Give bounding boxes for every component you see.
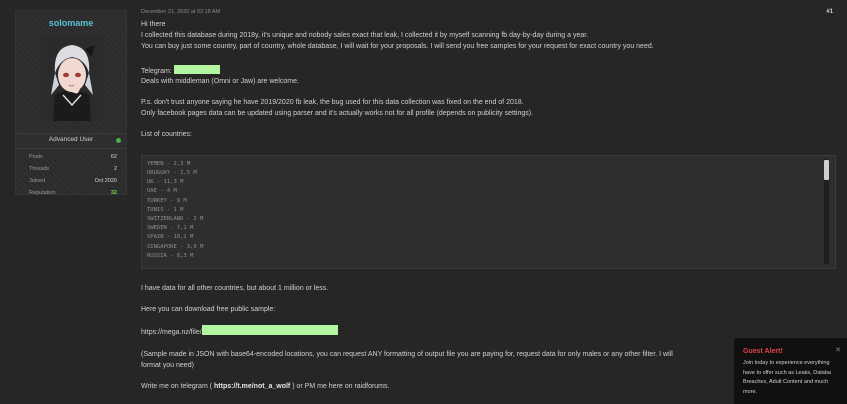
post-paragraph: Deals with middleman (Omni or Jaw) are w… bbox=[141, 78, 299, 85]
contact-line: Write me on telegram ( https://t.me/not_… bbox=[141, 381, 389, 392]
post-paragraph: P.s. don't trust anyone saying he have 2… bbox=[141, 99, 524, 106]
user-rank: Advanced User bbox=[48, 136, 94, 143]
alert-line: more. bbox=[743, 388, 758, 395]
stat-value: 2 bbox=[113, 166, 117, 172]
country-line: SINGAPORE - 3,9 M bbox=[147, 244, 204, 250]
stat-label: Reputation bbox=[29, 190, 56, 196]
country-line: YEMEN - 2,3 M bbox=[147, 161, 191, 167]
stat-label: Joined bbox=[29, 178, 46, 184]
country-line: URUGUAY - 1,5 M bbox=[147, 170, 197, 176]
country-line: SWEDEN - 7,1 M bbox=[147, 225, 194, 231]
download-link-line: https://mega.nz/file/ bbox=[141, 325, 338, 338]
user-card: solomame Advanced User Posts 62 Threads … bbox=[15, 10, 127, 196]
post-date: December 21, 2020 at 02:18 AM bbox=[141, 9, 221, 15]
post-paragraph: format you need) bbox=[141, 362, 194, 369]
post-paragraph: You can buy just some country, part of c… bbox=[141, 43, 654, 50]
code-block[interactable]: YEMEN - 2,3 M URUGUAY - 1,5 M UK - 11,3 … bbox=[141, 155, 836, 269]
post-paragraph: I collected this database during 2018y, … bbox=[141, 32, 589, 39]
alert-line: Breaches, Adult Content and much bbox=[743, 379, 828, 385]
redacted-link bbox=[201, 325, 338, 335]
user-stats: Posts 62 Threads 2 Joined Oct 2020 Reput… bbox=[29, 153, 117, 201]
mega-link[interactable]: https://mega.nz/file/ bbox=[141, 329, 202, 336]
post-greeting: Hi there bbox=[141, 21, 166, 28]
stat-posts: Posts 62 bbox=[29, 153, 117, 165]
telegram-label: Telegram: bbox=[141, 68, 172, 75]
stat-value: 62 bbox=[110, 154, 117, 160]
contact-suffix: ) or PM me here on raidforums. bbox=[292, 383, 390, 390]
list-heading: List of countries: bbox=[141, 131, 192, 138]
alert-title: Guest Alert! bbox=[743, 348, 783, 355]
stat-value[interactable]: 32 bbox=[111, 190, 117, 196]
country-line: RUSSIA - 8,3 M bbox=[147, 253, 194, 259]
stat-label: Posts bbox=[29, 154, 43, 160]
stat-reputation: Reputation 32 bbox=[29, 189, 117, 201]
stat-label: Threads bbox=[29, 166, 50, 172]
alert-line: have to offer such as Leaks, Databa bbox=[743, 369, 831, 376]
country-line: UK - 11,3 M bbox=[147, 179, 184, 185]
close-icon[interactable]: ✕ bbox=[835, 346, 841, 354]
post-paragraph: Here you can download free public sample… bbox=[141, 306, 276, 313]
telegram-link[interactable]: https://t.me/not_a_wolf bbox=[214, 383, 290, 390]
country-line: TUNIS - 1 M bbox=[147, 207, 184, 213]
post-number-link[interactable]: #1 bbox=[826, 9, 833, 15]
post-paragraph: Only facebook pages data can be updated … bbox=[141, 110, 534, 117]
forum-page: solomame Advanced User Posts 62 Threads … bbox=[0, 0, 847, 404]
online-status-icon bbox=[116, 138, 121, 143]
alert-text: Join today to experience everything have… bbox=[743, 359, 843, 397]
guest-alert-popup[interactable]: Guest Alert! ✕ Join today to experience … bbox=[734, 338, 847, 404]
country-line: SWITZERLAND - 2 M bbox=[147, 216, 204, 222]
avatar[interactable] bbox=[41, 35, 103, 121]
country-line: TURKEY - 9 M bbox=[147, 198, 187, 204]
alert-line: Join today to experience everything bbox=[743, 360, 830, 366]
user-rank-row: Advanced User bbox=[16, 133, 126, 149]
country-line: UAE - 4 M bbox=[147, 188, 177, 194]
username-link[interactable]: solomame bbox=[16, 18, 126, 28]
redacted-telegram bbox=[173, 65, 220, 74]
post-paragraph: (Sample made in JSON with base64-encoded… bbox=[141, 351, 673, 358]
stat-value: Oct 2020 bbox=[94, 178, 117, 184]
contact-prefix: Write me on telegram ( bbox=[141, 383, 213, 390]
stat-threads: Threads 2 bbox=[29, 165, 117, 177]
post-paragraph: I have data for all other countries, but… bbox=[141, 285, 329, 292]
country-line: SPAIN - 10,2 M bbox=[147, 234, 194, 240]
stat-joined: Joined Oct 2020 bbox=[29, 177, 117, 189]
code-scrollbar-thumb[interactable] bbox=[824, 160, 829, 180]
